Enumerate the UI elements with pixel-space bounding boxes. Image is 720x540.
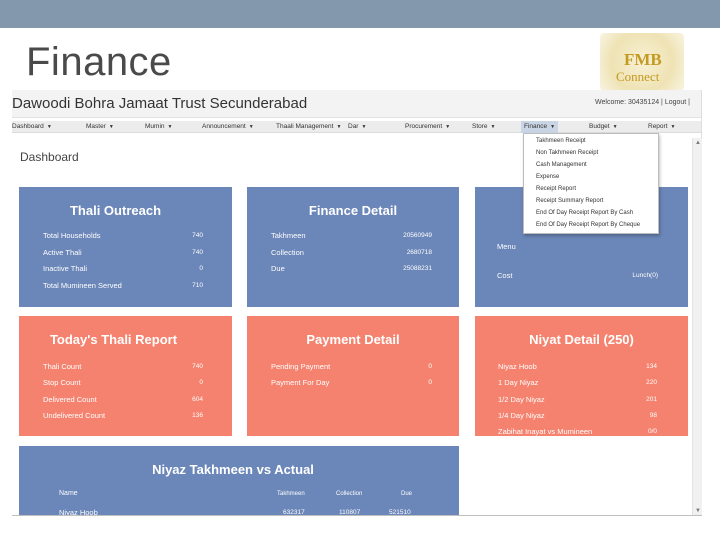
menu-item-receipt-summary-report[interactable]: Receipt Summary Report xyxy=(536,198,603,204)
fmb-connect-logo: FMB Connect xyxy=(600,33,684,91)
nav-budget[interactable]: Budget ▼ xyxy=(589,123,618,130)
row-label: 1 Day Niyaz xyxy=(498,378,539,387)
page-scrollbar[interactable]: ▲ ▼ xyxy=(692,138,702,516)
row-value: 25088231 xyxy=(403,265,432,272)
nav-thaali-management[interactable]: Thaali Management ▼ xyxy=(276,123,341,130)
nav-master[interactable]: Master ▼ xyxy=(86,123,114,130)
card-todays-thali-report: Today's Thali Report Thali Count 740 Sto… xyxy=(19,316,232,436)
row-label: Due xyxy=(271,264,285,273)
column-header-takhmeen: Takhmeen xyxy=(277,491,305,497)
card-niyaz-takhmeen-vs-actual: Niyaz Takhmeen vs Actual Name Takhmeen C… xyxy=(19,446,459,516)
card-title: Payment Detail xyxy=(306,332,400,347)
slide-title: Finance xyxy=(26,40,172,84)
page-title: Dashboard xyxy=(20,150,79,164)
card-niyat-detail: Niyat Detail (250) Niyaz Hoob 134 1 Day … xyxy=(475,316,688,436)
menu-item-expense[interactable]: Expense xyxy=(536,174,559,180)
logo-line2: Connect xyxy=(616,69,660,84)
finance-dropdown-menu: Takhmeen Receipt Non Takhmeen Receipt Ca… xyxy=(523,133,659,234)
row-label: Niyaz Hoob xyxy=(498,362,537,371)
card-title: Niyaz Takhmeen vs Actual xyxy=(152,462,314,477)
app-header: Dawoodi Bohra Jamaat Trust Secunderabad … xyxy=(12,90,701,118)
row-value: 201 xyxy=(646,396,657,403)
row-label: Total Mumineen Served xyxy=(43,281,122,290)
row-label: 1/2 Day Niyaz xyxy=(498,395,545,404)
row-value: 134 xyxy=(646,363,657,370)
welcome-logout[interactable]: Welcome: 30435124 | Logout | xyxy=(595,99,690,106)
nav-report[interactable]: Report ▼ xyxy=(648,123,675,130)
column-header-name: Name xyxy=(59,490,78,497)
row-label: Stop Count xyxy=(43,378,81,387)
row-value: 220 xyxy=(646,379,657,386)
row-value: 20560949 xyxy=(403,232,432,239)
row-value: 604 xyxy=(192,396,203,403)
row-label: Active Thali xyxy=(43,248,82,257)
row-label: Pending Payment xyxy=(271,362,331,371)
app-name: Dawoodi Bohra Jamaat Trust Secunderabad xyxy=(12,95,308,112)
row-value: 740 xyxy=(192,363,203,370)
slide-top-strip xyxy=(0,0,720,28)
menu-item-eod-report-cash[interactable]: End Of Day Receipt Report By Cash xyxy=(536,210,633,216)
nav-store[interactable]: Store ▼ xyxy=(472,123,496,130)
row-value: 98 xyxy=(649,412,657,419)
nav-finance[interactable]: Finance ▼ xyxy=(521,121,559,133)
main-nav: Dashboard ▼ Master ▼ Mumin ▼ Announcement ▼ … xyxy=(12,121,701,133)
row-label: 1/4 Day Niyaz xyxy=(498,411,545,420)
card-title: Finance Detail xyxy=(308,203,398,218)
row-value: 2680718 xyxy=(406,249,432,256)
menu-item-cash-management[interactable]: Cash Management xyxy=(536,162,587,168)
logo-line1: FMB xyxy=(624,50,662,69)
row-label: Collection xyxy=(271,248,304,257)
row-value: 740 xyxy=(192,232,203,239)
column-header-due: Due xyxy=(401,491,413,497)
scroll-up-icon[interactable]: ▲ xyxy=(693,138,703,148)
nav-dar[interactable]: Dar ▼ xyxy=(348,123,366,130)
menu-item-non-takhmeen-receipt[interactable]: Non Takhmeen Receipt xyxy=(536,150,598,156)
row-label: Payment For Day xyxy=(271,378,330,387)
app-screenshot: Dawoodi Bohra Jamaat Trust Secunderabad … xyxy=(12,90,702,516)
card-title: Niyat Detail (250) xyxy=(529,332,634,347)
row-value: 0/0 xyxy=(647,428,657,435)
card-thali-outreach: Thali Outreach Total Households 740 Acti… xyxy=(19,187,232,307)
row-value: 740 xyxy=(192,249,203,256)
row-label: Zabihat Inayat vs Mumineen xyxy=(498,427,593,436)
row-label: Cost xyxy=(497,271,513,280)
menu-item-eod-report-cheque[interactable]: End Of Day Receipt Report By Cheque xyxy=(536,222,640,228)
row-value: 0 xyxy=(428,379,432,386)
row-value: 0 xyxy=(199,265,203,272)
nav-mumin[interactable]: Mumin ▼ xyxy=(145,123,172,130)
column-header-collection: Collection xyxy=(336,491,363,497)
nav-announcement[interactable]: Announcement ▼ xyxy=(202,123,254,130)
row-value: 136 xyxy=(192,412,203,419)
row-value: 0 xyxy=(199,379,203,386)
card-title: Today's Thali Report xyxy=(49,332,178,347)
row-label: Inactive Thali xyxy=(43,264,88,273)
card-finance-detail: Finance Detail Takhmeen 20560949 Collect… xyxy=(247,187,459,307)
nav-procurement[interactable]: Procurement ▼ xyxy=(405,123,450,130)
row-label: Total Households xyxy=(43,231,101,240)
menu-item-receipt-report[interactable]: Receipt Report xyxy=(536,186,576,192)
row-value: Lunch(0) xyxy=(632,272,658,279)
divider xyxy=(12,515,702,516)
nav-dashboard[interactable]: Dashboard ▼ xyxy=(12,123,52,130)
card-payment-detail: Payment Detail Pending Payment 0 Payment… xyxy=(247,316,459,436)
row-value: 710 xyxy=(192,282,203,289)
menu-item-takhmeen-receipt[interactable]: Takhmeen Receipt xyxy=(536,138,586,144)
row-label: Undelivered Count xyxy=(43,411,106,420)
row-label: Thali Count xyxy=(43,362,82,371)
row-label: Delivered Count xyxy=(43,395,97,404)
row-label: Takhmeen xyxy=(271,231,306,240)
card-title: Thali Outreach xyxy=(69,203,162,218)
row-label: Menu xyxy=(497,242,516,251)
row-value: 0 xyxy=(428,363,432,370)
